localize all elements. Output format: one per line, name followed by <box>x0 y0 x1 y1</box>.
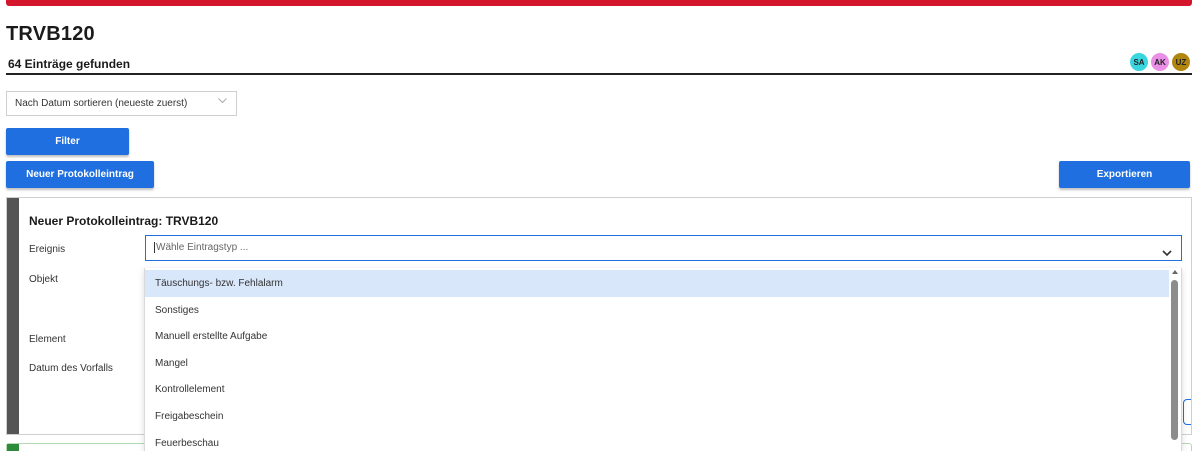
avatar[interactable]: AK <box>1151 53 1169 71</box>
chevron-down-icon[interactable] <box>1162 244 1172 257</box>
object-label: Objekt <box>29 274 58 285</box>
panel-title: Neuer Protokolleintrag: TRVB120 <box>29 214 219 228</box>
event-type-placeholder: Wähle Eintragstyp ... <box>154 242 249 253</box>
avatar[interactable]: UZ <box>1172 53 1190 71</box>
user-avatars: SA AK UZ <box>1130 53 1190 71</box>
dropdown-option[interactable]: Täuschungs- bzw. Fehlalarm <box>145 270 1169 297</box>
element-label: Element <box>29 334 66 345</box>
dropdown-option[interactable]: Sonstiges <box>145 297 1169 324</box>
panel-accent-stripe <box>7 198 19 434</box>
option-list: Täuschungs- bzw. Fehlalarm Sonstiges Man… <box>145 270 1169 451</box>
dropdown-option[interactable]: Feuerbeschau <box>145 430 1169 451</box>
dropdown-option[interactable]: Mangel <box>145 350 1169 377</box>
dropdown-option[interactable]: Kontrollelement <box>145 376 1169 403</box>
dropdown-scrollbar[interactable] <box>1170 268 1180 451</box>
results-header: 64 Einträge gefunden SA AK UZ <box>6 53 1192 75</box>
panel-edge-button[interactable] <box>1183 399 1191 425</box>
top-accent-bar <box>6 0 1192 6</box>
chevron-down-icon <box>218 98 227 106</box>
event-type-select[interactable]: Wähle Eintragstyp ... <box>145 235 1182 261</box>
avatar[interactable]: SA <box>1130 53 1148 71</box>
dropdown-option[interactable]: Manuell erstellte Aufgabe <box>145 323 1169 350</box>
entry-count: 64 Einträge gefunden <box>8 57 131 71</box>
sort-select[interactable]: Nach Datum sortieren (neueste zuerst) <box>6 91 237 116</box>
panel-accent-stripe <box>7 444 19 451</box>
scrollbar-thumb[interactable] <box>1171 280 1178 440</box>
scroll-up-icon[interactable] <box>1172 270 1178 274</box>
sort-select-value: Nach Datum sortieren (neueste zuerst) <box>15 98 188 109</box>
event-type-dropdown: Täuschungs- bzw. Fehlalarm Sonstiges Man… <box>144 268 1182 451</box>
page-title: TRVB120 <box>6 23 95 45</box>
event-label: Ereignis <box>29 244 66 255</box>
dropdown-option[interactable]: Freigabeschein <box>145 403 1169 430</box>
export-button[interactable]: Exportieren <box>1059 161 1190 188</box>
new-entry-button[interactable]: Neuer Protokolleintrag <box>6 161 154 188</box>
filter-button[interactable]: Filter <box>6 128 129 155</box>
incident-date-label: Datum des Vorfalls <box>29 363 113 374</box>
